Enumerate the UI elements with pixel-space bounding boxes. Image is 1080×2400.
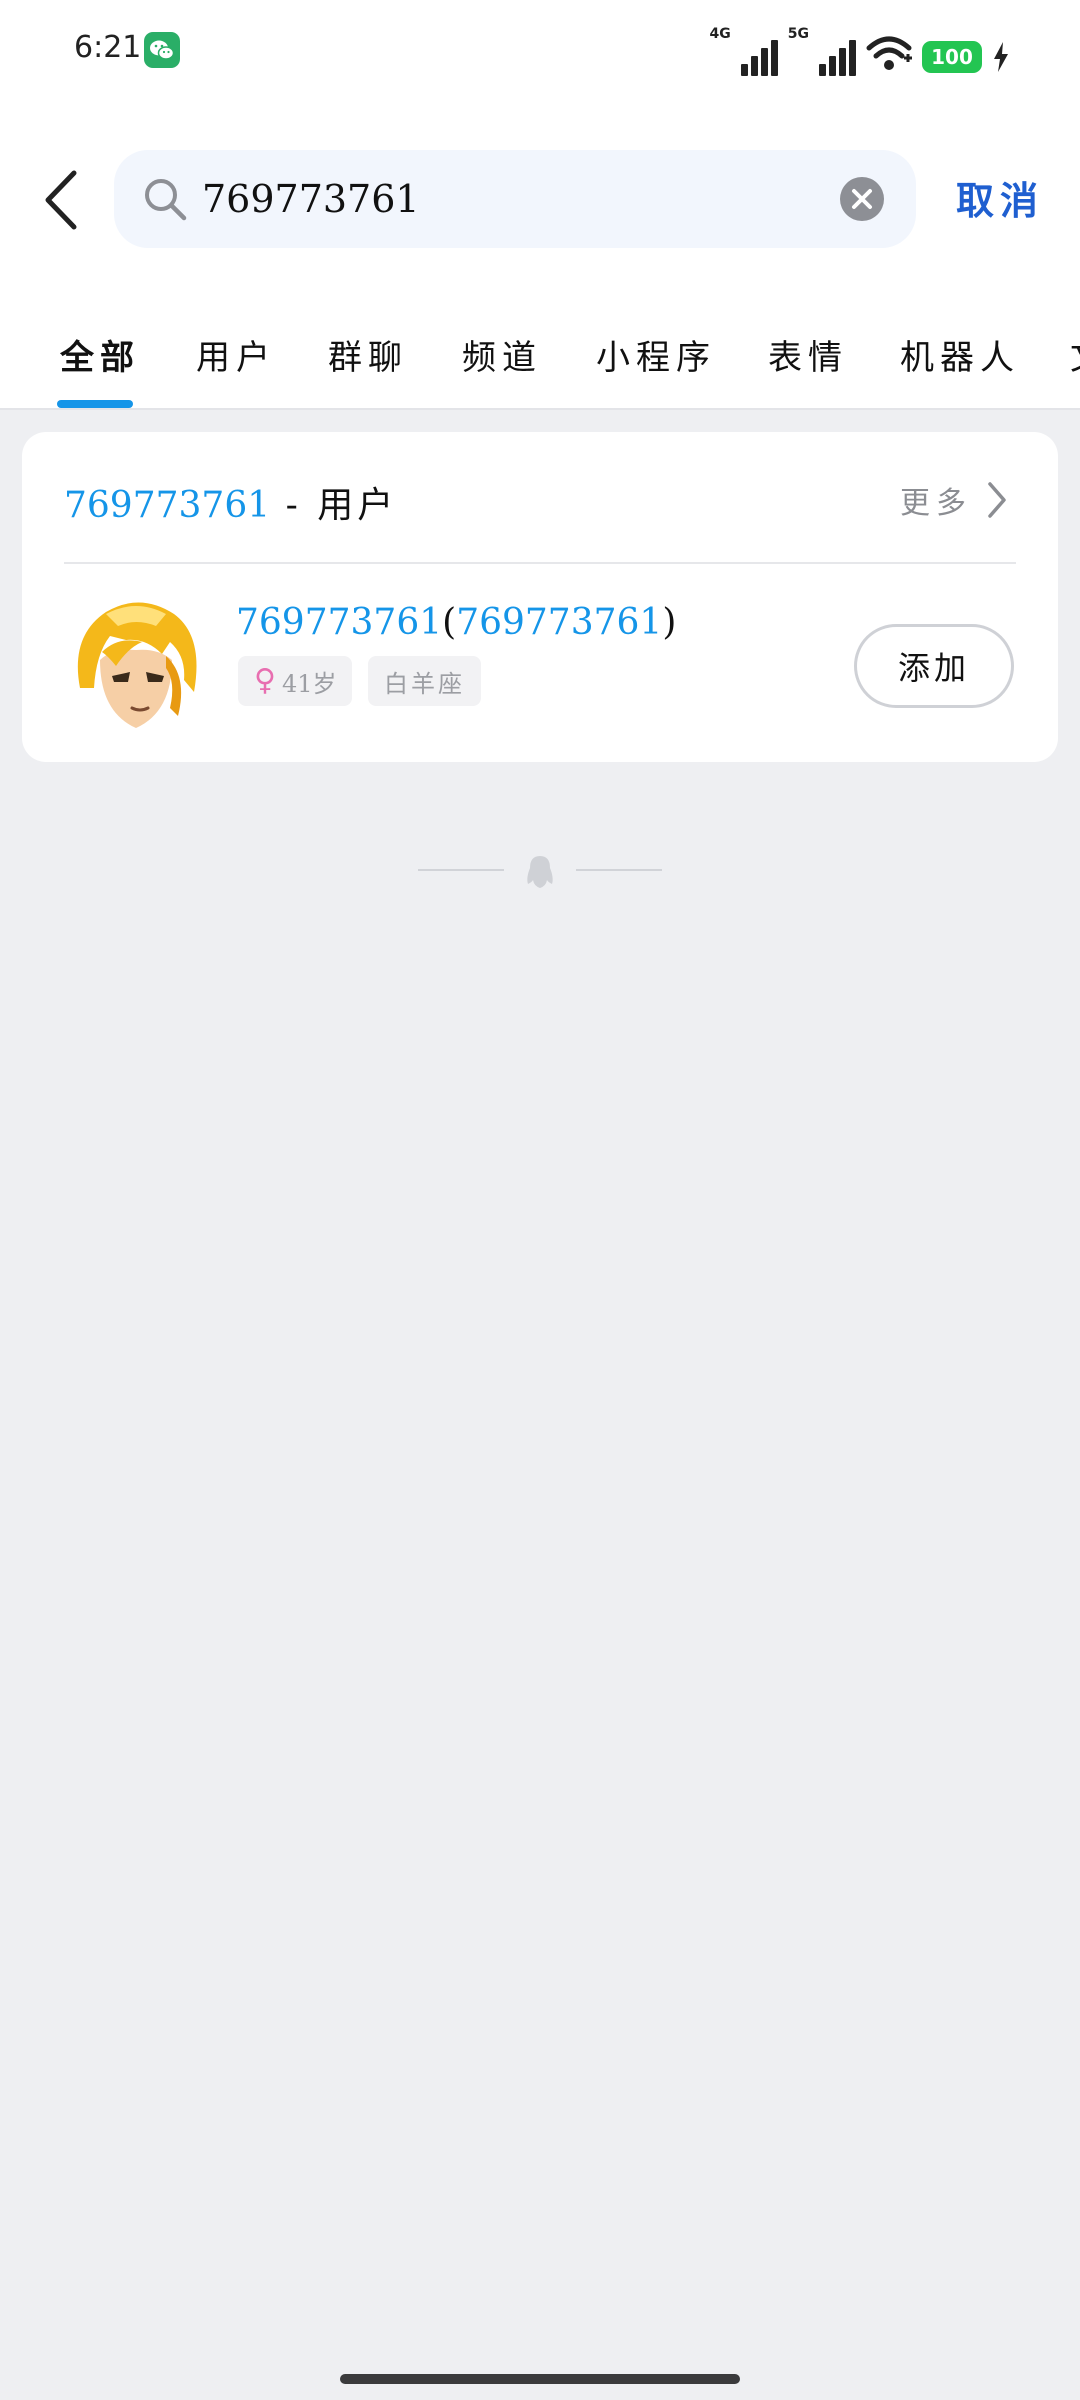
add-friend-button[interactable]: 添加: [854, 624, 1014, 708]
status-bar: 6:21 4G 5G 100: [0, 0, 1080, 100]
status-indicators: 4G 5G 100: [710, 26, 1010, 76]
section-title: 769773761 - 用户: [64, 476, 397, 528]
cancel-button[interactable]: 取消: [956, 170, 1044, 225]
chevron-right-icon: [988, 482, 1006, 518]
user-qq-number: 769773761: [456, 602, 663, 643]
tab-stickers[interactable]: 表情: [768, 330, 848, 379]
female-icon: ♀: [254, 663, 276, 698]
chevron-left-icon: [45, 170, 77, 230]
user-results-card: 769773761 - 用户 更多 769773761(769773761) ♀…: [22, 432, 1058, 762]
user-name[interactable]: 769773761(769773761): [236, 602, 676, 643]
search-box[interactable]: [114, 150, 916, 248]
search-icon: [142, 176, 188, 222]
tab-articles[interactable]: 文章: [1070, 330, 1080, 379]
more-label: 更多: [900, 486, 972, 521]
close-icon: [852, 189, 872, 209]
signal-4g-icon: [740, 38, 778, 76]
end-line-right: [576, 869, 662, 871]
search-header: 取消: [0, 100, 1080, 290]
clear-search-button[interactable]: [840, 177, 884, 221]
back-button[interactable]: [40, 165, 86, 235]
section-keyword: 769773761: [64, 485, 271, 526]
tab-users[interactable]: 用户: [196, 330, 276, 379]
avatar[interactable]: [66, 596, 206, 736]
active-tab-indicator: [57, 400, 133, 408]
search-input[interactable]: [202, 164, 822, 234]
zodiac-tag: 白羊座: [368, 656, 481, 706]
more-results-link[interactable]: 更多: [900, 478, 1008, 522]
age-tag: ♀ 41岁: [238, 656, 353, 706]
tab-groups[interactable]: 群聊: [328, 330, 408, 379]
end-line-left: [418, 869, 504, 871]
tab-channels[interactable]: 频道: [462, 330, 542, 379]
section-category: - 用户: [270, 485, 398, 526]
status-time: 6:21: [74, 30, 142, 65]
search-category-tabs: 全部 用户 群聊 频道 小程序 表情 机器人 文章: [0, 290, 1080, 410]
divider: [64, 562, 1016, 564]
network-5g-label: 5G: [787, 26, 809, 42]
penguin-icon: [522, 852, 558, 892]
tab-all[interactable]: 全部: [60, 330, 140, 379]
user-nickname: 769773761: [236, 602, 443, 643]
tab-bots[interactable]: 机器人: [900, 330, 1020, 379]
network-4g-label: 4G: [709, 26, 731, 42]
home-indicator[interactable]: [340, 2374, 740, 2384]
signal-5g-icon: [819, 38, 856, 76]
zodiac-label: 白羊座: [384, 669, 465, 698]
charging-icon: [992, 42, 1010, 76]
wifi-icon: [866, 34, 912, 76]
wechat-notification-icon: [144, 32, 180, 68]
tab-mini-programs[interactable]: 小程序: [596, 330, 716, 379]
age-label: 41岁: [281, 669, 337, 698]
battery-indicator: 100: [922, 41, 982, 73]
end-of-results-marker: [418, 852, 662, 892]
